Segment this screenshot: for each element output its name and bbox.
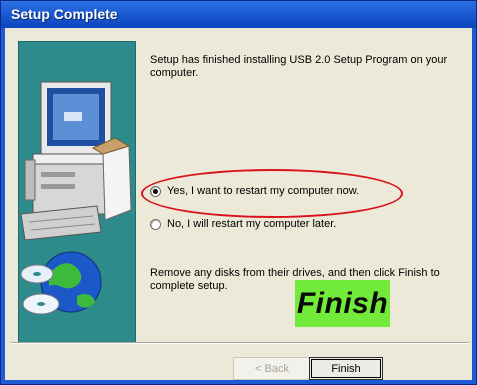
title-bar[interactable]: Setup Complete — [1, 1, 476, 28]
completion-message: Setup has finished installing USB 2.0 Se… — [150, 54, 448, 79]
setup-complete-window: Setup Complete Setup has finished instal… — [0, 0, 477, 385]
radio-restart-later[interactable] — [150, 218, 161, 230]
window-frame-left — [1, 28, 5, 384]
finish-callout-label: Finish — [296, 286, 389, 320]
computer-illustration-icon — [19, 42, 135, 342]
back-button[interactable]: < Back — [233, 357, 311, 380]
wizard-illustration — [18, 41, 136, 343]
restart-later-label: No, I will restart my computer later. — [167, 218, 337, 230]
button-separator — [11, 342, 469, 344]
window-title: Setup Complete — [11, 6, 118, 22]
finish-button[interactable]: Finish — [309, 357, 383, 380]
highlight-ellipse — [141, 169, 403, 218]
finish-callout: Finish — [295, 280, 390, 327]
window-frame-right — [472, 28, 476, 384]
window-frame-bottom — [1, 380, 476, 384]
restart-later-option[interactable]: No, I will restart my computer later. — [150, 218, 336, 230]
